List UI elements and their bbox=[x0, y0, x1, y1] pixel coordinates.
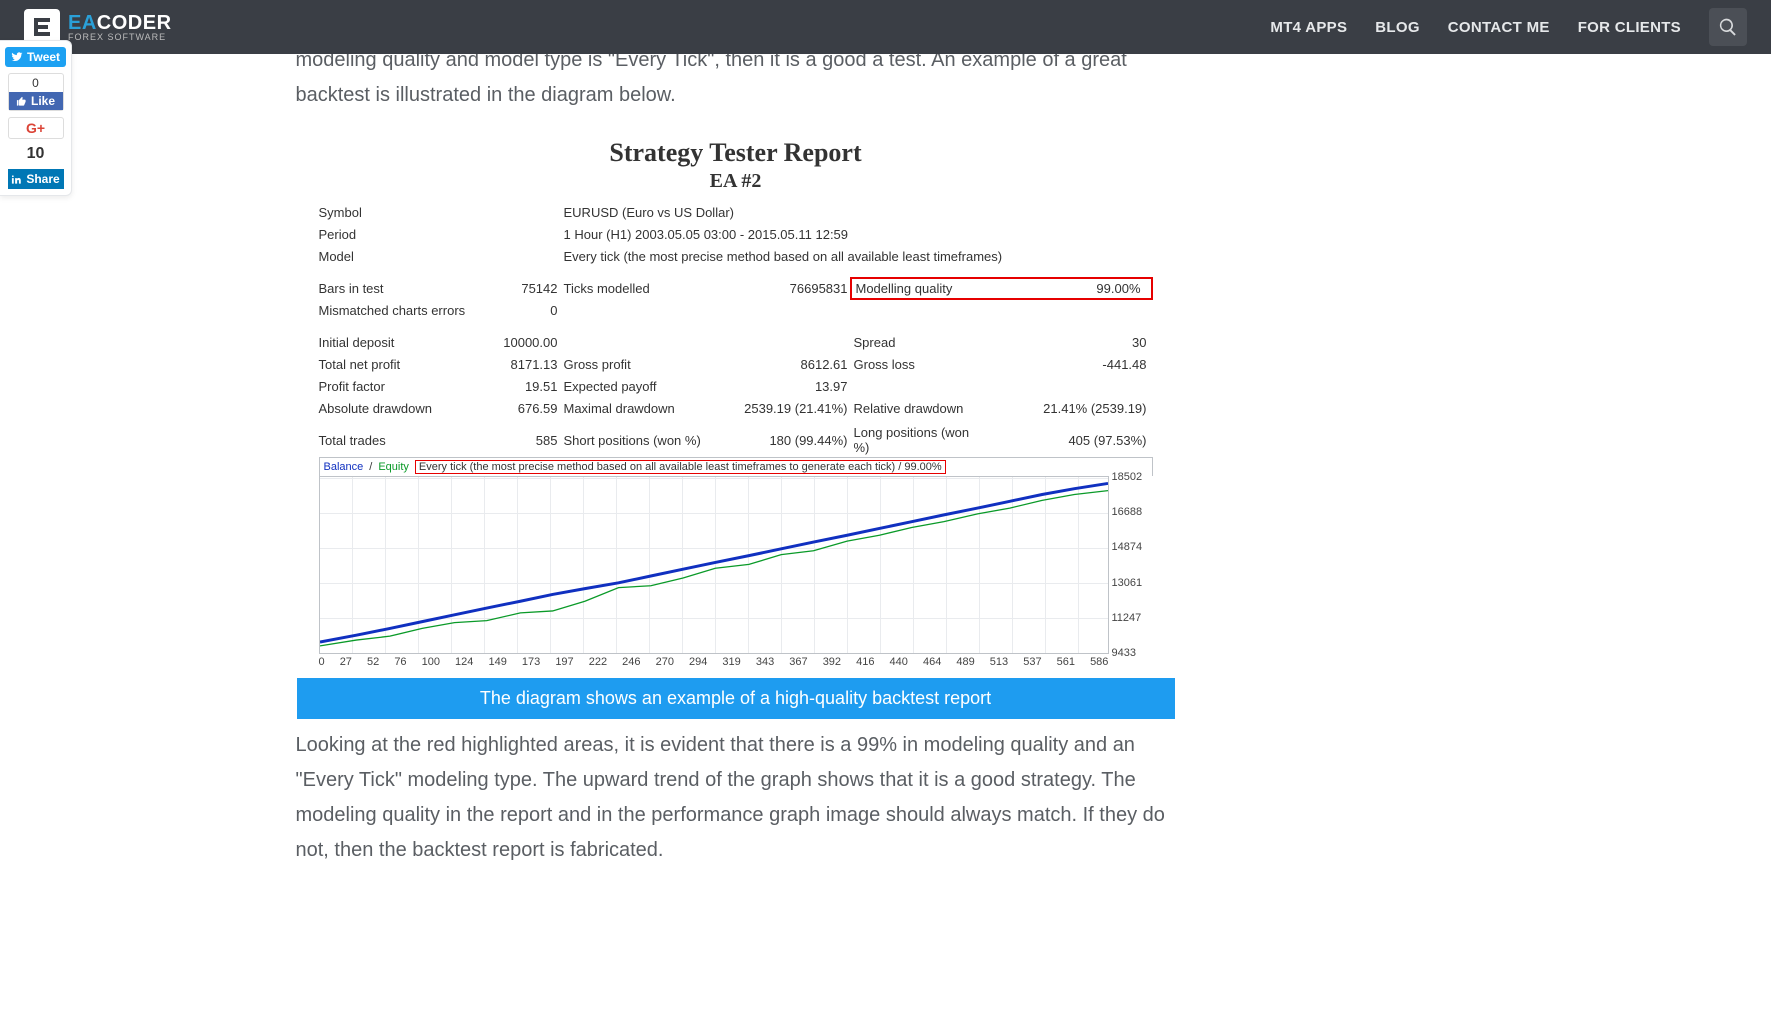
pf-value: 19.51 bbox=[494, 379, 564, 394]
gp-label: Gross profit bbox=[564, 357, 704, 372]
facebook-like-box: 0 Like bbox=[8, 73, 64, 111]
legend-equity: Equity bbox=[378, 461, 409, 473]
gp-value: 8612.61 bbox=[704, 357, 854, 372]
symbol-label: Symbol bbox=[319, 205, 494, 220]
linkedin-count: 10 bbox=[8, 145, 64, 163]
rd-value: 21.41% (2539.19) bbox=[984, 401, 1153, 416]
modelling-quality-highlight: Modelling quality 99.00% bbox=[850, 277, 1153, 300]
report-title: Strategy Tester Report bbox=[297, 138, 1175, 168]
followup-paragraph: Looking at the red highlighted areas, it… bbox=[296, 728, 1176, 868]
ep-value: 13.97 bbox=[704, 379, 854, 394]
ticks-label: Ticks modelled bbox=[564, 281, 704, 296]
brand-prefix: EA bbox=[68, 12, 97, 34]
legend-balance: Balance bbox=[324, 461, 364, 473]
search-icon bbox=[1718, 17, 1738, 37]
chart-legend: Balance / Equity Every tick (the most pr… bbox=[319, 457, 1153, 476]
ticks-value: 76695831 bbox=[704, 281, 854, 296]
chart-plot-area: 18502166881487413061112479433 bbox=[319, 476, 1109, 654]
main-nav: MT4 APPS BLOG CONTACT ME FOR CLIENTS bbox=[1270, 8, 1747, 46]
twitter-icon bbox=[11, 51, 23, 63]
mismatch-label: Mismatched charts errors bbox=[319, 303, 494, 318]
like-button[interactable]: Like bbox=[9, 92, 63, 110]
model-value: Every tick (the most precise method base… bbox=[564, 249, 1003, 264]
initdep-value: 10000.00 bbox=[494, 335, 564, 350]
tnp-value: 8171.13 bbox=[494, 357, 564, 372]
mq-value: 99.00% bbox=[982, 281, 1147, 296]
linkedin-icon bbox=[11, 174, 22, 185]
mq-label: Modelling quality bbox=[856, 281, 982, 296]
y-axis-ticks: 18502166881487413061112479433 bbox=[1112, 471, 1152, 659]
tweet-label: Tweet bbox=[27, 50, 60, 64]
sp-value: 180 (99.44%) bbox=[704, 433, 854, 448]
article-body: You should look at the modeling type wit… bbox=[286, 8, 1186, 868]
google-plus-button[interactable]: G+ bbox=[8, 117, 64, 139]
brand-text: EACODER FOREX SOFTWARE bbox=[68, 13, 172, 42]
initdep-label: Initial deposit bbox=[319, 335, 494, 350]
linkedin-label: Share bbox=[26, 172, 59, 186]
gl-label: Gross loss bbox=[854, 357, 984, 372]
search-button[interactable] bbox=[1709, 8, 1747, 46]
period-label: Period bbox=[319, 227, 494, 242]
like-count: 0 bbox=[9, 74, 63, 92]
bars-value: 75142 bbox=[494, 281, 564, 296]
ep-label: Expected payoff bbox=[564, 379, 704, 394]
brand-rest: CODER bbox=[97, 12, 172, 34]
lp-value: 405 (97.53%) bbox=[984, 433, 1153, 448]
x-axis-ticks: 0275276100124149173197222246270294319343… bbox=[319, 654, 1109, 668]
md-label: Maximal drawdown bbox=[564, 401, 704, 416]
nav-for-clients[interactable]: FOR CLIENTS bbox=[1578, 19, 1681, 36]
tweet-button[interactable]: Tweet bbox=[5, 47, 66, 67]
thumb-up-icon bbox=[16, 96, 27, 107]
top-navbar: EACODER FOREX SOFTWARE MT4 APPS BLOG CON… bbox=[0, 0, 1771, 54]
period-value: 1 Hour (H1) 2003.05.05 03:00 - 2015.05.1… bbox=[564, 227, 849, 242]
tt-value: 585 bbox=[494, 433, 564, 448]
legend-sep: / bbox=[369, 461, 372, 473]
ad-label: Absolute drawdown bbox=[319, 401, 494, 416]
chart-svg bbox=[320, 477, 1108, 653]
brand-subtitle: FOREX SOFTWARE bbox=[68, 33, 172, 42]
strategy-tester-report: Strategy Tester Report EA #2 Symbol EURUS… bbox=[296, 131, 1176, 720]
tnp-label: Total net profit bbox=[319, 357, 494, 372]
pf-label: Profit factor bbox=[319, 379, 494, 394]
bars-label: Bars in test bbox=[319, 281, 494, 296]
model-label: Model bbox=[319, 249, 494, 264]
rd-label: Relative drawdown bbox=[854, 401, 984, 416]
spread-label: Spread bbox=[854, 335, 984, 350]
sp-label: Short positions (won %) bbox=[564, 433, 704, 448]
nav-blog[interactable]: BLOG bbox=[1375, 19, 1420, 36]
figure-caption: The diagram shows an example of a high-q… bbox=[297, 678, 1175, 719]
legend-every-tick-highlight: Every tick (the most precise method base… bbox=[415, 460, 946, 474]
nav-contact[interactable]: CONTACT ME bbox=[1448, 19, 1550, 36]
nav-mt4-apps[interactable]: MT4 APPS bbox=[1270, 19, 1347, 36]
like-label: Like bbox=[31, 94, 55, 108]
lp-label: Long positions (won %) bbox=[854, 425, 984, 455]
report-subtitle: EA #2 bbox=[297, 170, 1175, 193]
share-sidebar: Tweet 0 Like G+ 10 Share bbox=[0, 40, 72, 196]
symbol-value: EURUSD (Euro vs US Dollar) bbox=[564, 205, 734, 220]
gl-value: -441.48 bbox=[984, 357, 1153, 372]
linkedin-share-button[interactable]: Share bbox=[8, 169, 64, 189]
ad-value: 676.59 bbox=[494, 401, 564, 416]
md-value: 2539.19 (21.41%) bbox=[704, 401, 854, 416]
spread-value: 30 bbox=[984, 335, 1153, 350]
tt-label: Total trades bbox=[319, 433, 494, 448]
equity-chart: Balance / Equity Every tick (the most pr… bbox=[297, 451, 1175, 668]
mismatch-value: 0 bbox=[494, 303, 564, 318]
